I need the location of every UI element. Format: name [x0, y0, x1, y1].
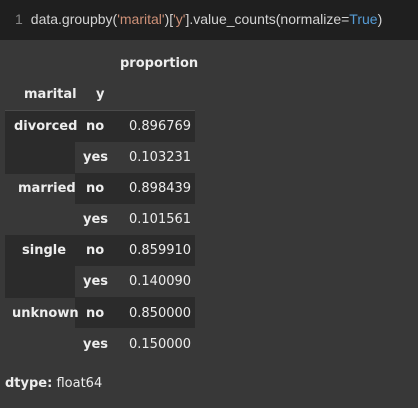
- row-y-label: yes: [83, 274, 109, 289]
- group-label: divorced: [14, 119, 78, 134]
- code-prefix: data.groupby(: [30, 11, 118, 27]
- row-value: 0.101561: [129, 212, 192, 227]
- index-name-y: y: [96, 87, 105, 102]
- group-label: unknown: [12, 306, 79, 321]
- row-y-label: yes: [83, 212, 109, 227]
- code-keyword-true: True: [349, 11, 378, 27]
- dtype-value: float64: [56, 376, 103, 391]
- code-line: 1 data.groupby('marital')['y'].value_coun…: [15, 11, 382, 27]
- row-y-label: no: [86, 243, 105, 258]
- row-y-label: yes: [83, 150, 109, 165]
- dtype-line: dtype: float64: [5, 376, 102, 391]
- group-label: married: [18, 181, 76, 196]
- column-header-proportion: proportion: [120, 56, 199, 71]
- row-value: 0.896769: [129, 119, 192, 134]
- line-number: 1: [15, 11, 23, 27]
- row-value: 0.859910: [129, 243, 192, 258]
- row-value: 0.850000: [129, 306, 192, 321]
- row-y-label: yes: [83, 337, 109, 352]
- code-suffix: ): [377, 11, 383, 27]
- dtype-label: dtype:: [5, 376, 53, 391]
- row-value: 0.150000: [129, 337, 192, 352]
- row-y-label: no: [86, 181, 105, 196]
- code-string-marital: 'marital': [117, 11, 165, 27]
- row-y-label: no: [86, 306, 105, 321]
- code-mid2: ].value_counts(normalize=: [185, 11, 350, 27]
- code-cell-input[interactable]: 1 data.groupby('marital')['y'].value_coun…: [0, 0, 418, 40]
- group-label: single: [22, 243, 67, 258]
- code-string-y: 'y': [173, 11, 186, 27]
- cell-output: proportion marital y divorced no 0.89676…: [0, 40, 418, 408]
- code-mid: )[: [164, 11, 174, 27]
- row-value: 0.140090: [129, 274, 192, 289]
- row-value: 0.103231: [129, 150, 192, 165]
- row-y-label: no: [86, 119, 105, 134]
- row-value: 0.898439: [129, 181, 192, 196]
- index-name-marital: marital: [24, 87, 77, 102]
